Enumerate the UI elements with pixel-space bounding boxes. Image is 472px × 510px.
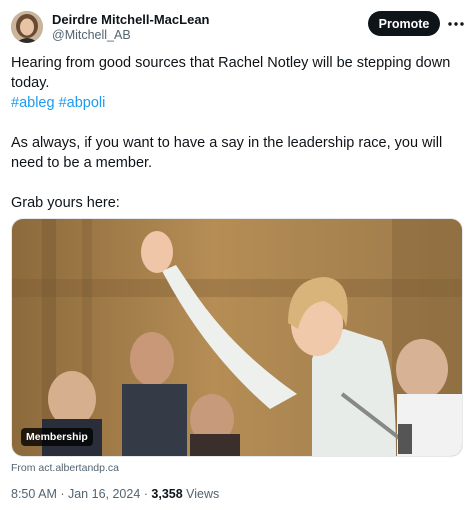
more-horizontal-icon[interactable]: [446, 14, 466, 34]
post-date[interactable]: Jan 16, 2024: [68, 487, 140, 501]
meta-separator: ·: [56, 487, 68, 501]
photo-illustration: [12, 219, 462, 456]
paragraph-spacer: [11, 113, 461, 133]
paragraph-spacer: [11, 173, 461, 193]
media-badge: Membership: [21, 428, 93, 446]
author-handle[interactable]: @Mitchell_AB: [52, 28, 131, 42]
views-label: Views: [182, 487, 220, 501]
tweet-line-1: Hearing from good sources that Rachel No…: [11, 55, 451, 91]
author-name[interactable]: Deirdre Mitchell-MacLean: [52, 12, 210, 27]
meta-separator: ·: [140, 487, 152, 501]
link-source[interactable]: From act.albertandp.ca: [11, 462, 119, 474]
tweet-paragraph-2: As always, if you want to have a say in …: [11, 135, 443, 171]
tweet-meta: 8:50 AM · Jan 16, 2024 · 3,358 Views: [11, 487, 219, 501]
promote-button[interactable]: Promote: [368, 11, 440, 36]
author-avatar[interactable]: [11, 11, 43, 43]
link-card-image[interactable]: Membership: [11, 218, 463, 457]
tweet-paragraph-3: Grab yours here:: [11, 195, 120, 211]
hashtag-ableg[interactable]: #ableg: [11, 95, 55, 111]
views-count: 3,358: [151, 487, 183, 501]
tweet-hashtags: #ableg #abpoli: [11, 93, 461, 113]
post-time[interactable]: 8:50 AM: [11, 487, 57, 501]
hashtag-abpoli[interactable]: #abpoli: [59, 95, 106, 111]
tweet-text: Hearing from good sources that Rachel No…: [11, 53, 461, 213]
